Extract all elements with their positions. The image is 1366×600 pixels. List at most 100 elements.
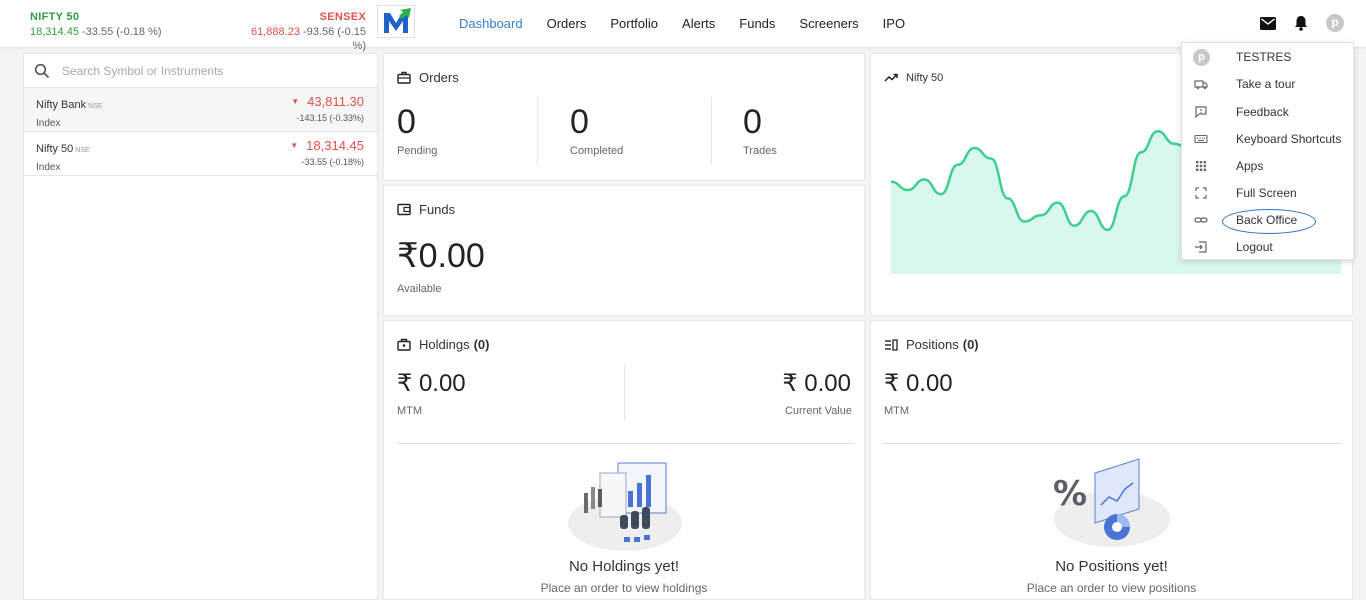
keyboard-icon [1194,134,1208,144]
bell-icon[interactable] [1294,15,1308,31]
watchlist-symbol: Nifty 50 [36,143,74,155]
fullscreen-icon [1195,187,1207,199]
orders-pending-label: Pending [397,145,438,157]
watchlist-ltp: 43,811.30 [307,94,364,109]
watchlist-ltp-wrap: ▼ 18,314.45 [290,138,364,153]
orders-completed-count: 0 [570,103,589,141]
orders-trades-count: 0 [743,103,762,141]
orders-completed[interactable]: 0 Completed [570,102,623,157]
caret-down-icon: ▼ [291,97,300,106]
nav-dashboard[interactable]: Dashboard [459,16,523,31]
search-input[interactable] [62,60,362,82]
empty-holdings-illustration [568,462,682,551]
orders-card: Orders 0 Pending 0 Completed 0 Trades [383,53,865,181]
watchlist-panel: Nifty BankNSE Index ▼43,811.30 -143.15 (… [23,53,378,600]
watchlist-exchange: NSE [88,103,103,110]
watchlist-item[interactable]: Nifty Bank NSE Index ▼ 43,811.30 -143.15 (… [24,88,377,132]
menu-item-label: Keyboard Shortcuts [1236,132,1342,146]
back-office-highlight-circle [1222,209,1316,234]
holdings-current-label: Current Value [784,405,852,417]
funds-title: Funds [419,202,456,217]
menu-item-label: Take a tour [1236,77,1296,91]
menu-item-apps[interactable]: Apps [1182,155,1353,177]
chart-title: Nifty 50 [906,72,944,84]
watchlist-ltp-wrap: ▼ 43,811.30 [291,94,364,109]
holdings-title: Holdings [419,337,470,352]
menu-item-label: Feedback [1236,105,1289,119]
positions-title: Positions [906,337,959,352]
menu-item-label: Apps [1236,159,1264,173]
nav-funds[interactable]: Funds [739,16,775,31]
holdings-bag-icon [397,338,411,351]
nav-portfolio[interactable]: Portfolio [610,16,658,31]
caret-down-icon: ▼ [290,141,299,150]
orders-pending[interactable]: 0 Pending [397,102,437,157]
holdings-empty-subtitle: Place an order to view holdings [540,581,708,595]
menu-item-logout[interactable]: Logout [1182,236,1353,258]
orders-trades-label: Trades [743,145,777,157]
truck-icon [1194,80,1208,90]
brand-logo[interactable] [377,5,415,38]
holdings-mtm-label: MTM [397,405,423,417]
funds-amount: ₹0.00 [397,237,485,275]
watchlist-symbol: Nifty Bank [36,99,87,111]
orders-card-title: Orders [397,70,459,85]
sensex-index-value: 61,888.23 [251,26,300,38]
nifty-index-name: NIFTY 50 [30,11,80,23]
search-bar [24,54,377,88]
positions-card-title: Positions (0) [884,337,979,352]
positions-count: (0) [962,337,979,352]
logout-icon [1195,241,1207,253]
funds-card[interactable]: Funds ₹0.00 Available [383,185,865,316]
orders-pending-count: 0 [397,103,416,141]
positions-mtm-label: MTM [884,405,910,417]
menu-avatar: p [1193,49,1210,66]
menu-item-label: Logout [1236,240,1273,254]
divider [396,443,854,444]
apps-grid-icon [1196,161,1206,171]
positions-mtm-value: ₹ 0.00 [884,370,953,397]
watchlist-exchange: NSE [75,147,90,154]
menu-item-feedback[interactable]: Feedback [1182,101,1353,123]
funds-card-title: Funds [397,202,455,217]
positions-list-icon [885,338,898,351]
main-nav: Dashboard Orders Portfolio Alerts Funds … [459,16,929,31]
watchlist-change: -143.15 (-0.33%) [296,113,364,123]
watchlist-change: -33.55 (-0.18%) [301,157,364,167]
sensex-index-name: SENSEX [319,11,366,23]
menu-item-take-a-tour[interactable]: Take a tour [1182,73,1353,95]
holdings-empty-title: No Holdings yet! [568,558,680,575]
menu-item-full-screen[interactable]: Full Screen [1182,182,1353,204]
nav-ipo[interactable]: IPO [883,16,905,31]
nav-screeners[interactable]: Screeners [799,16,858,31]
chart-card-title: Nifty 50 [884,72,943,84]
wallet-icon [397,203,411,216]
holdings-current-value: ₹ 0.00 [782,370,851,397]
nifty-index-change: -33.55 (-0.18 %) [82,26,162,38]
nav-orders[interactable]: Orders [547,16,587,31]
divider [711,97,712,165]
divider [537,97,538,165]
nav-alerts[interactable]: Alerts [682,16,715,31]
watchlist-item[interactable]: Nifty 50 NSE Index ▼ 18,314.45 -33.55 (-0.… [24,132,377,176]
funds-label: Available [397,283,442,295]
user-avatar[interactable]: p [1326,14,1344,32]
menu-item-keyboard-shortcuts[interactable]: Keyboard Shortcuts [1182,128,1353,150]
menu-item-label: Full Screen [1236,186,1297,200]
orders-trades[interactable]: 0 Trades [743,102,777,157]
trending-up-icon [884,73,898,82]
top-bar: NIFTY 50 18,314.45 -33.55 (-0.18 %) SENS… [0,0,1366,52]
search-icon [34,63,50,79]
link-icon [1194,217,1208,223]
menu-user[interactable]: p TESTRES [1182,46,1353,68]
positions-empty-title: No Positions yet! [1055,558,1168,575]
mail-icon[interactable] [1260,16,1276,30]
holdings-mtm-value: ₹ 0.00 [397,370,466,397]
brand-logo-icon [384,8,411,33]
user-menu: p TESTRES Take a tour Feedback Keyboard … [1181,42,1354,260]
positions-card: Positions (0) ₹ 0.00 MTM % No Positions y… [870,320,1353,600]
sensex-index-ticker[interactable]: SENSEX 61,888.23 -93.56 (-0.15 %) [238,10,366,53]
nifty-index-ticker[interactable]: NIFTY 50 18,314.45 -33.55 (-0.18 %) [30,10,161,39]
holdings-count: (0) [473,337,490,352]
nifty-index-value: 18,314.45 [30,26,79,38]
